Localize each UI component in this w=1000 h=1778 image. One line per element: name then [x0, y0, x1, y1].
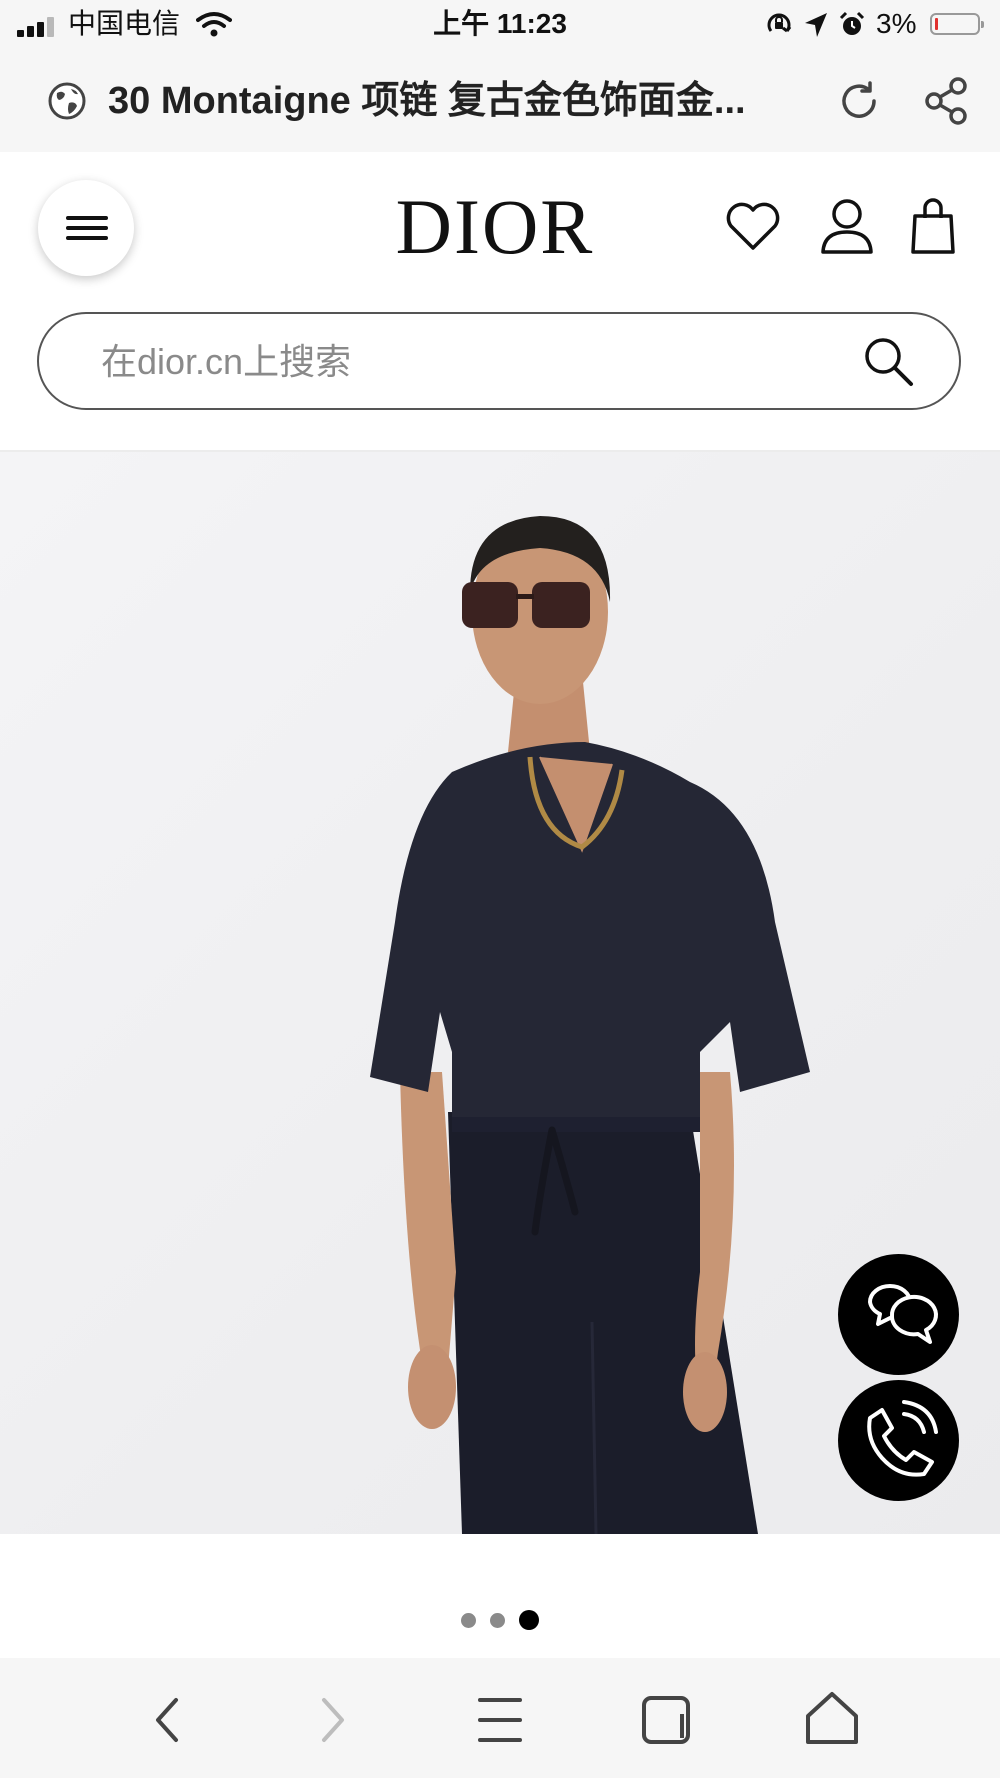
rotation-lock-icon	[767, 13, 792, 33]
menu-button[interactable]	[38, 180, 134, 276]
carousel-dot-active[interactable]	[519, 1610, 539, 1630]
back-icon	[156, 1698, 178, 1742]
carousel-indicator[interactable]	[0, 1610, 1000, 1630]
share-icon[interactable]	[924, 76, 970, 126]
heart-icon[interactable]	[724, 200, 782, 254]
phone-button[interactable]	[838, 1380, 959, 1501]
site-header: DIOR	[0, 152, 1000, 452]
forward-button[interactable]	[292, 1680, 372, 1760]
search-input[interactable]	[99, 334, 843, 390]
reload-icon[interactable]	[836, 78, 882, 124]
phone-icon	[867, 1400, 938, 1477]
page-title[interactable]: 30 Montaigne 项链 复古金色饰面金...	[108, 78, 788, 124]
search-bar[interactable]	[37, 312, 961, 410]
back-button[interactable]	[128, 1680, 208, 1760]
status-bar: 中国电信 上午 11:23 3%	[0, 0, 1000, 50]
menu-icon	[478, 1698, 522, 1742]
location-icon	[805, 13, 827, 37]
home-button[interactable]	[792, 1680, 872, 1760]
product-image[interactable]	[0, 452, 1000, 1534]
user-icon[interactable]	[818, 198, 876, 254]
dior-logo[interactable]: DIOR	[380, 182, 610, 272]
battery-level	[935, 18, 938, 30]
chat-button[interactable]	[838, 1254, 959, 1375]
carousel-dot[interactable]	[461, 1612, 476, 1628]
tabs-icon	[642, 1696, 690, 1744]
browser-bar: 30 Montaigne 项链 复古金色饰面金...	[0, 50, 1000, 152]
search-icon[interactable]	[863, 336, 915, 388]
bag-icon[interactable]	[908, 196, 958, 256]
carousel-dot[interactable]	[490, 1612, 505, 1628]
globe-icon	[48, 82, 86, 120]
tabs-button[interactable]	[628, 1680, 708, 1760]
home-icon	[806, 1692, 858, 1744]
battery-icon	[930, 13, 984, 35]
bottom-nav	[0, 1658, 1000, 1778]
forward-icon	[322, 1698, 344, 1742]
alarm-icon	[839, 11, 865, 35]
browser-menu-button[interactable]	[460, 1680, 540, 1760]
battery-percent: 3%	[876, 8, 917, 39]
chat-icon	[868, 1284, 938, 1344]
